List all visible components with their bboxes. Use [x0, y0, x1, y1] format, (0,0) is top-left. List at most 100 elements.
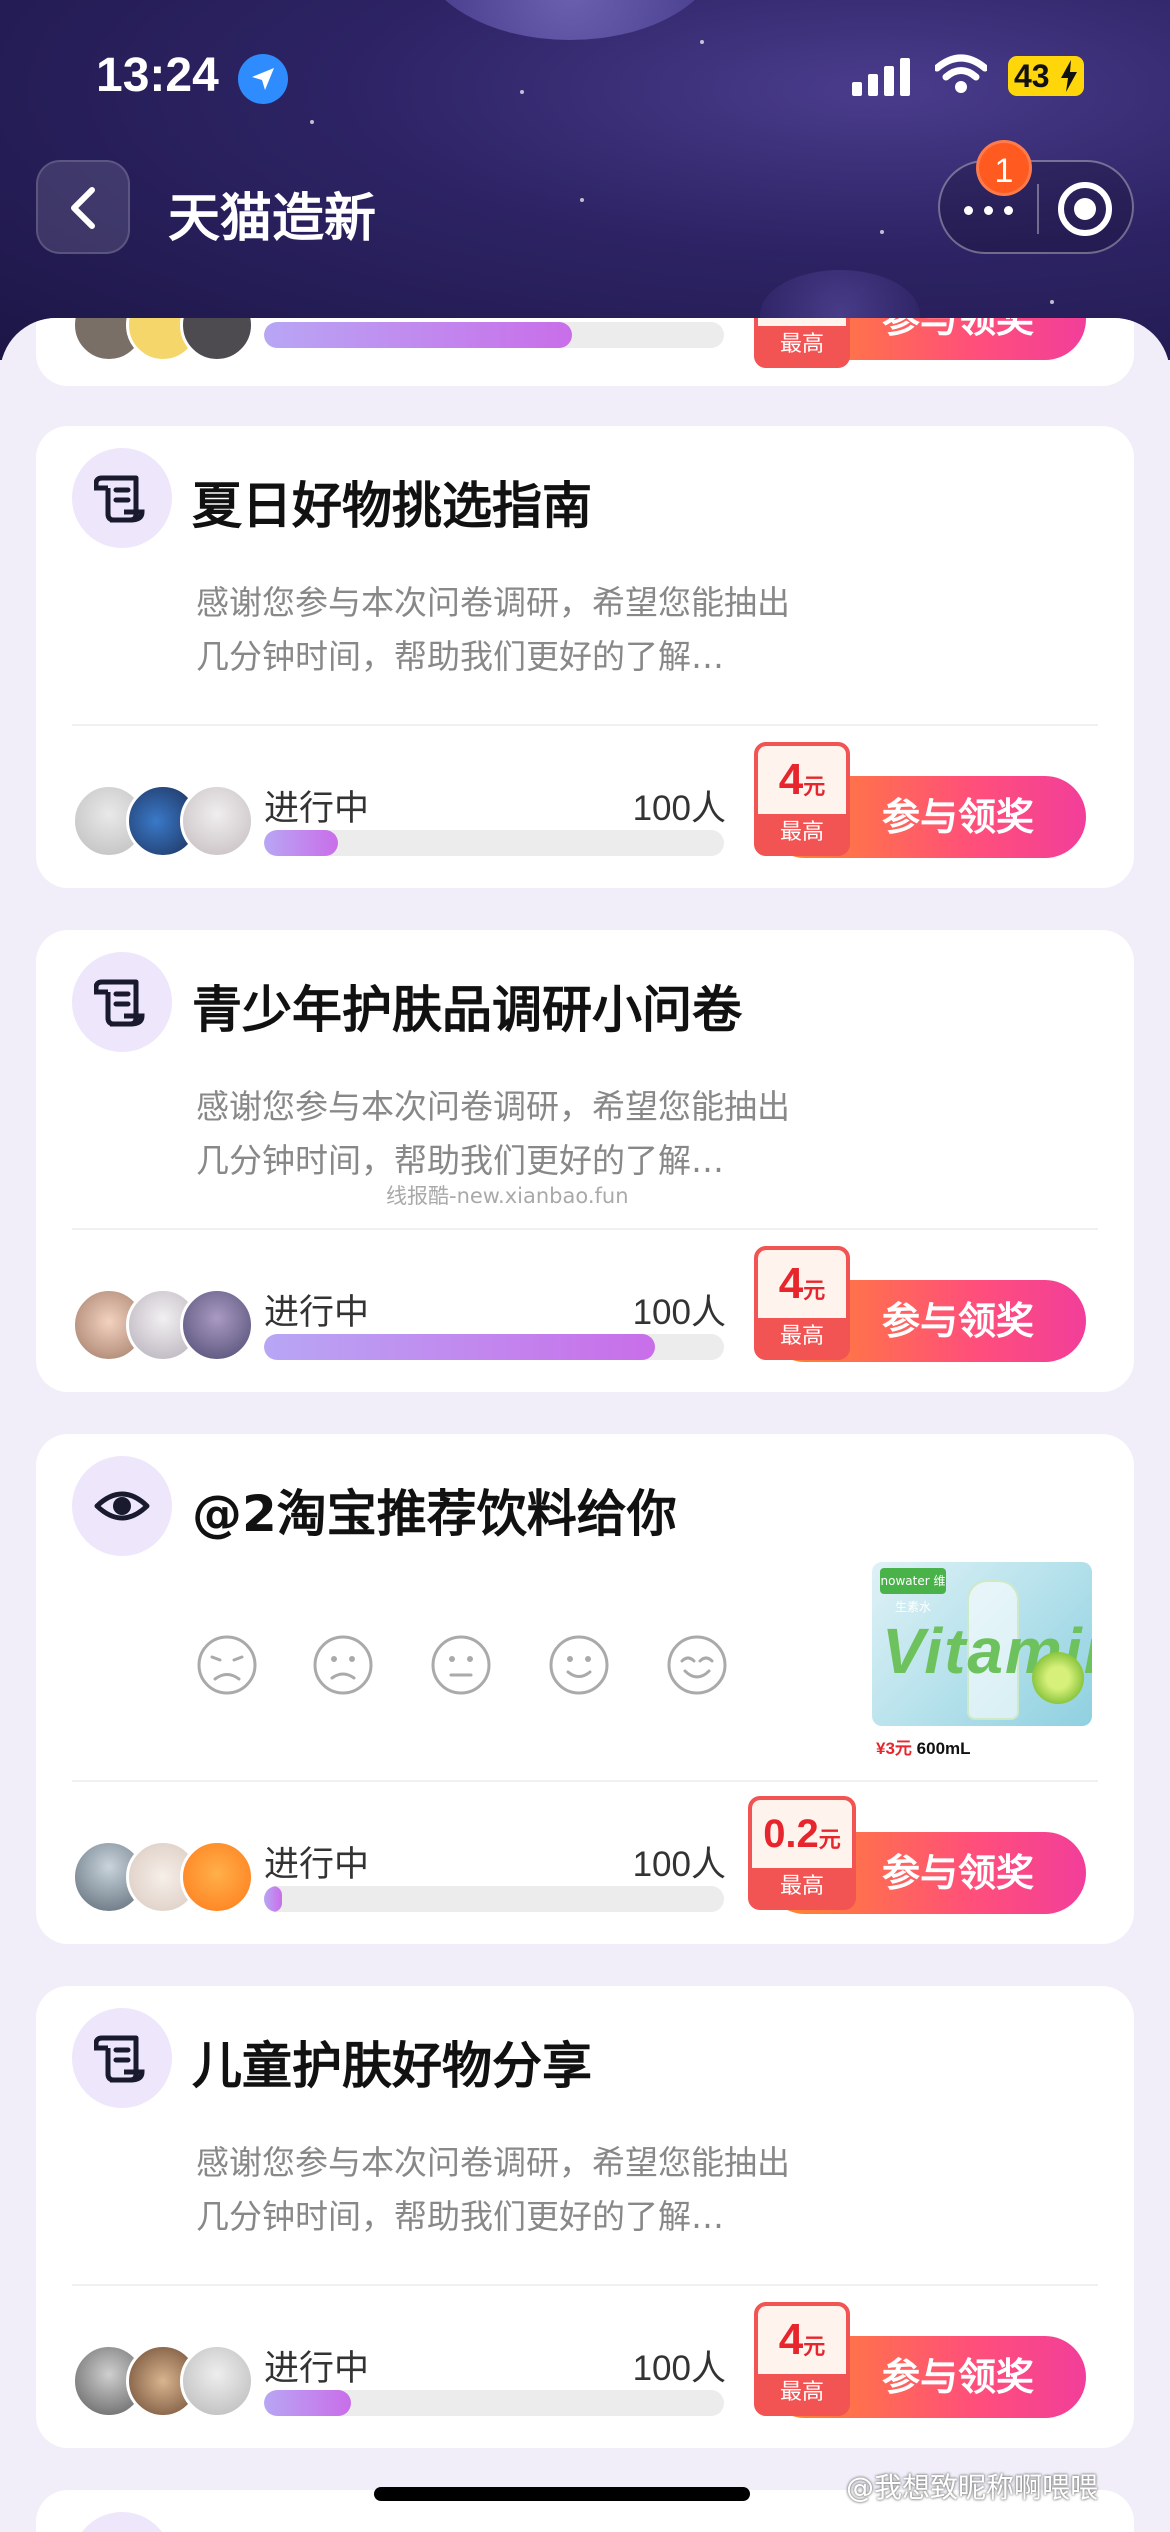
reward-amount: 4元: [758, 746, 846, 814]
product-volume: 600mL: [916, 1739, 971, 1758]
status-label: 进行中: [264, 789, 370, 829]
progress-bar: [264, 322, 724, 348]
status-label: 进行中: [264, 1845, 370, 1885]
scroll-icon: [94, 2035, 145, 2083]
participant-avatars: [72, 318, 262, 364]
reward-max-label: 最高: [779, 2380, 824, 2405]
progress-fill: [264, 1334, 655, 1360]
reward-max-label: 最高: [779, 820, 824, 845]
product-price: ¥3元 600mL: [876, 1734, 971, 1759]
progress-fill: [264, 322, 573, 348]
divider: [72, 2284, 1098, 2286]
reward-value: 4: [778, 755, 804, 804]
card-description: 感谢您参与本次问卷调研，希望您能抽出几分钟时间，帮助我们更好的了解…: [196, 1087, 790, 1180]
reward-amount: 4元: [758, 1250, 846, 1318]
lime-graphic: [1032, 1652, 1084, 1704]
product-image: nowater 维生素水 Vitamin: [872, 1562, 1092, 1726]
survey-card[interactable]: 青少年护肤品调研小问卷 感谢您参与本次问卷调研，希望您能抽出几分钟时间，帮助我们…: [36, 930, 1134, 1392]
divider: [72, 724, 1098, 726]
survey-card-partial[interactable]: 参与领奖 最高: [36, 318, 1134, 386]
watermark: 线报酷-new.xianbao.fun: [386, 1184, 629, 1208]
signal-icon: [852, 58, 910, 96]
dot: [964, 206, 973, 215]
reward-badge: 4元 最高: [754, 1246, 850, 1360]
reward-value: 4: [778, 2315, 804, 2364]
avatar: [180, 2344, 254, 2418]
star-decoration: [580, 198, 584, 202]
reward-badge: 最高: [754, 318, 850, 368]
eye-icon: [94, 1491, 150, 1521]
participant-count: 100人: [632, 1845, 726, 1884]
reward-unit: 元: [818, 1827, 841, 1852]
card-title: 青少年护肤品调研小问卷: [192, 981, 742, 1039]
survey-card[interactable]: 夏日好物挑选指南 感谢您参与本次问卷调研，希望您能抽出几分钟时间，帮助我们更好的…: [36, 426, 1134, 888]
participant-count: 100人: [632, 789, 726, 828]
location-arrow-icon: [238, 54, 288, 104]
product-brand: nowater 维生素水: [880, 1568, 946, 1614]
card-icon: [72, 1456, 172, 1556]
progress-bar: [264, 2390, 724, 2416]
dot: [1004, 206, 1013, 215]
card-icon: [72, 2008, 172, 2108]
chevron-left-icon: [71, 187, 95, 229]
reward-unit: 元: [803, 1278, 826, 1303]
card-icon: [72, 448, 172, 548]
happy-face-icon[interactable]: [548, 1634, 610, 1696]
sad-face-icon[interactable]: [312, 1634, 374, 1696]
weibo-watermark: @我想致昵称啊喂喂: [846, 2471, 1099, 2504]
card-title: 夏日好物挑选指南: [192, 477, 592, 535]
page-title: 天猫造新: [168, 189, 377, 249]
card-icon: [72, 2512, 172, 2532]
close-target-button[interactable]: [1058, 182, 1112, 236]
progress-fill: [264, 2390, 352, 2416]
avatar: [180, 784, 254, 858]
very-sad-face-icon[interactable]: [196, 1634, 258, 1696]
avatar: [180, 1840, 254, 1914]
participant-avatars: [72, 1840, 262, 1916]
participant-count: 100人: [632, 2349, 726, 2388]
participant-avatars: [72, 1288, 262, 1364]
status-label: 进行中: [264, 1293, 370, 1333]
star-decoration: [880, 230, 884, 234]
dot: [984, 206, 993, 215]
survey-list: 参与领奖 最高 夏日好物挑选指南 感谢您参与本次问卷调研，希望您能抽出几分钟时间…: [0, 318, 1170, 2532]
battery-indicator: 43: [1008, 56, 1084, 96]
card-description: 感谢您参与本次问卷调研，希望您能抽出几分钟时间，帮助我们更好的了解…: [196, 583, 790, 676]
status-bar: 13:24 43: [0, 0, 1170, 150]
survey-card[interactable]: 儿童护肤好物分享 感谢您参与本次问卷调研，希望您能抽出几分钟时间，帮助我们更好的…: [36, 1986, 1134, 2448]
reward-amount: 4元: [758, 2306, 846, 2374]
progress-fill: [264, 1886, 283, 1912]
reward-unit: 元: [803, 2334, 826, 2359]
avatar: [180, 318, 254, 362]
back-button[interactable]: [36, 160, 130, 254]
reward-value: 0.2: [763, 1812, 819, 1856]
very-happy-face-icon[interactable]: [666, 1634, 728, 1696]
participant-count: 100人: [632, 1293, 726, 1332]
participant-avatars: [72, 784, 262, 860]
notification-badge: 1: [976, 140, 1032, 196]
reward-badge: 0.2元 最高: [748, 1796, 856, 1910]
divider: [72, 1780, 1098, 1782]
reward-value: 4: [778, 1259, 804, 1308]
reward-max-label: 最高: [779, 1324, 824, 1349]
divider: [72, 1228, 1098, 1230]
status-label: 进行中: [264, 2349, 370, 2389]
status-time: 13:24: [96, 49, 219, 102]
neutral-face-icon[interactable]: [430, 1634, 492, 1696]
survey-card[interactable]: @2淘宝推荐饮料给你 nowater 维生素水 Vitami ¥3元 600mL…: [36, 1434, 1134, 1944]
reward-badge: 4元 最高: [754, 742, 850, 856]
mini-program-capsule: [938, 160, 1134, 254]
capsule-divider: [1037, 184, 1039, 234]
price-value: ¥3元: [876, 1739, 912, 1758]
progress-bar: [264, 1334, 724, 1360]
reward-max-label: 最高: [779, 332, 824, 357]
scroll-icon: [94, 979, 145, 1027]
avatar: [180, 1288, 254, 1362]
charging-bolt-icon: [1061, 60, 1077, 92]
participant-avatars: [72, 2344, 262, 2420]
home-indicator[interactable]: [374, 2487, 750, 2501]
card-title: 儿童护肤好物分享: [192, 2037, 592, 2095]
card-icon: [72, 952, 172, 1052]
card-description: 感谢您参与本次问卷调研，希望您能抽出几分钟时间，帮助我们更好的了解…: [196, 2143, 790, 2236]
progress-bar: [264, 1886, 724, 1912]
